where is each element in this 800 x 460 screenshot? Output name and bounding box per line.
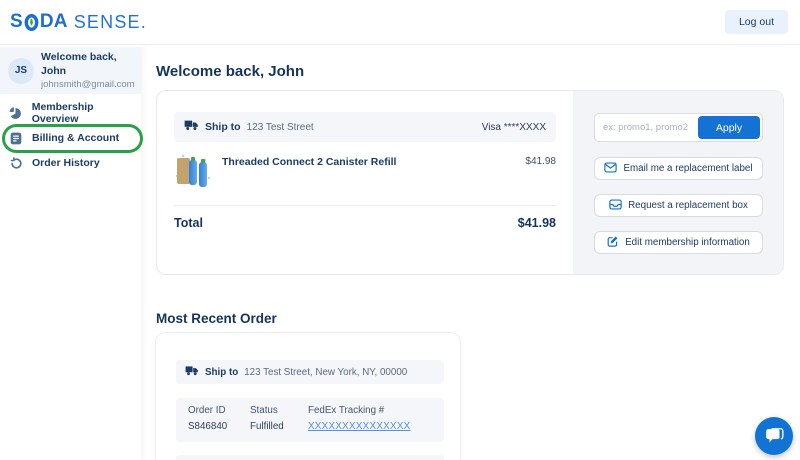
order-table: Order ID Status FedEx Tracking # S846840… bbox=[176, 398, 444, 442]
chat-bubble-icon bbox=[764, 425, 785, 448]
box-icon bbox=[609, 198, 622, 213]
edit-membership-button[interactable]: Edit membership information bbox=[594, 231, 763, 254]
logo-text-da: DA bbox=[39, 11, 68, 32]
promo-input[interactable] bbox=[597, 122, 698, 133]
order-id-value: S846840 bbox=[188, 421, 228, 432]
email-replacement-label-button[interactable]: Email me a replacement label bbox=[594, 157, 763, 180]
soda-sense-logo: S DA SENSE. bbox=[10, 11, 147, 33]
app-window: S DA SENSE. Log out JS Welcome back, John… bbox=[0, 0, 800, 460]
pie-chart-icon bbox=[9, 106, 23, 120]
recent-ship-to-bar: Ship to 123 Test Street, New York, NY, 0… bbox=[176, 360, 444, 384]
sidebar: JS Welcome back, John johnsmith@gmail.co… bbox=[0, 45, 143, 460]
user-summary: JS Welcome back, John johnsmith@gmail.co… bbox=[0, 47, 141, 94]
sidebar-item-order-history[interactable]: Order History bbox=[0, 152, 141, 174]
logo-o-leaf-icon bbox=[24, 13, 39, 31]
logo-text-s: S bbox=[10, 11, 23, 32]
sidebar-item-label: Billing & Account bbox=[32, 132, 120, 144]
user-email: johnsmith@gmail.com bbox=[41, 78, 135, 90]
tracking-number-link[interactable]: XXXXXXXXXXXXXXX bbox=[308, 421, 444, 432]
edit-icon bbox=[607, 235, 619, 250]
main-content: Welcome back, John Ship to 123 Test Stre… bbox=[156, 45, 800, 460]
chat-launcher-button[interactable] bbox=[755, 417, 793, 455]
product-row: Threaded Connect 2 Canister Refill $41.9… bbox=[174, 151, 556, 191]
history-icon bbox=[9, 156, 23, 170]
button-label: Email me a replacement label bbox=[623, 163, 753, 174]
sidebar-item-label: Order History bbox=[32, 157, 100, 169]
order-status-value: Fulfilled bbox=[250, 421, 284, 432]
envelope-icon bbox=[604, 161, 618, 176]
membership-actions-panel: Apply Email me a replacement label Reque… bbox=[573, 91, 783, 274]
sidebar-item-billing-account[interactable]: Billing & Account bbox=[0, 127, 141, 149]
product-price: $41.98 bbox=[525, 156, 556, 167]
divider bbox=[174, 205, 556, 206]
payment-method: Visa ****XXXX bbox=[481, 121, 546, 133]
ship-to-bar: Ship to 123 Test Street Visa ****XXXX bbox=[174, 112, 556, 142]
user-greeting: Welcome back, John bbox=[41, 51, 117, 77]
product-image bbox=[174, 151, 212, 191]
total-value: $41.98 bbox=[517, 216, 556, 230]
truck-icon bbox=[185, 363, 199, 381]
ship-to-label: Ship to bbox=[205, 121, 241, 133]
logout-button[interactable]: Log out bbox=[724, 10, 788, 34]
promo-code-group: Apply bbox=[594, 113, 763, 142]
ship-to-label: Ship to bbox=[205, 366, 239, 378]
request-replacement-box-button[interactable]: Request a replacement box bbox=[594, 194, 763, 217]
column-header-status: Status bbox=[250, 405, 278, 416]
page-title: Welcome back, John bbox=[156, 63, 305, 80]
apply-button[interactable]: Apply bbox=[698, 116, 760, 139]
button-label: Request a replacement box bbox=[628, 200, 748, 211]
total-label: Total bbox=[174, 216, 203, 230]
sidebar-item-label: Membership Overview bbox=[31, 101, 94, 125]
button-label: Edit membership information bbox=[625, 237, 750, 248]
document-icon bbox=[9, 132, 23, 145]
truck-icon bbox=[184, 118, 199, 136]
next-order-row-cutoff bbox=[176, 455, 444, 460]
total-row: Total $41.98 bbox=[174, 216, 556, 230]
sidebar-item-membership-overview[interactable]: Membership Overview bbox=[0, 101, 141, 125]
recent-order-title: Most Recent Order bbox=[156, 311, 277, 326]
column-header-tracking: FedEx Tracking # bbox=[308, 405, 385, 416]
ship-to-address: 123 Test Street, New York, NY, 00000 bbox=[244, 366, 408, 378]
order-summary-card: Ship to 123 Test Street Visa ****XXXX Th… bbox=[156, 90, 784, 275]
avatar: JS bbox=[8, 57, 34, 84]
product-name: Threaded Connect 2 Canister Refill bbox=[222, 156, 397, 168]
recent-order-card: Ship to 123 Test Street, New York, NY, 0… bbox=[156, 333, 460, 460]
logo-text-sense: SENSE. bbox=[73, 11, 147, 32]
order-summary-left: Ship to 123 Test Street Visa ****XXXX Th… bbox=[157, 91, 573, 274]
user-text: Welcome back, John johnsmith@gmail.com bbox=[41, 51, 135, 89]
ship-to-address: 123 Test Street bbox=[246, 121, 314, 133]
column-header-order-id: Order ID bbox=[188, 405, 226, 416]
top-bar: S DA SENSE. Log out bbox=[0, 0, 800, 45]
